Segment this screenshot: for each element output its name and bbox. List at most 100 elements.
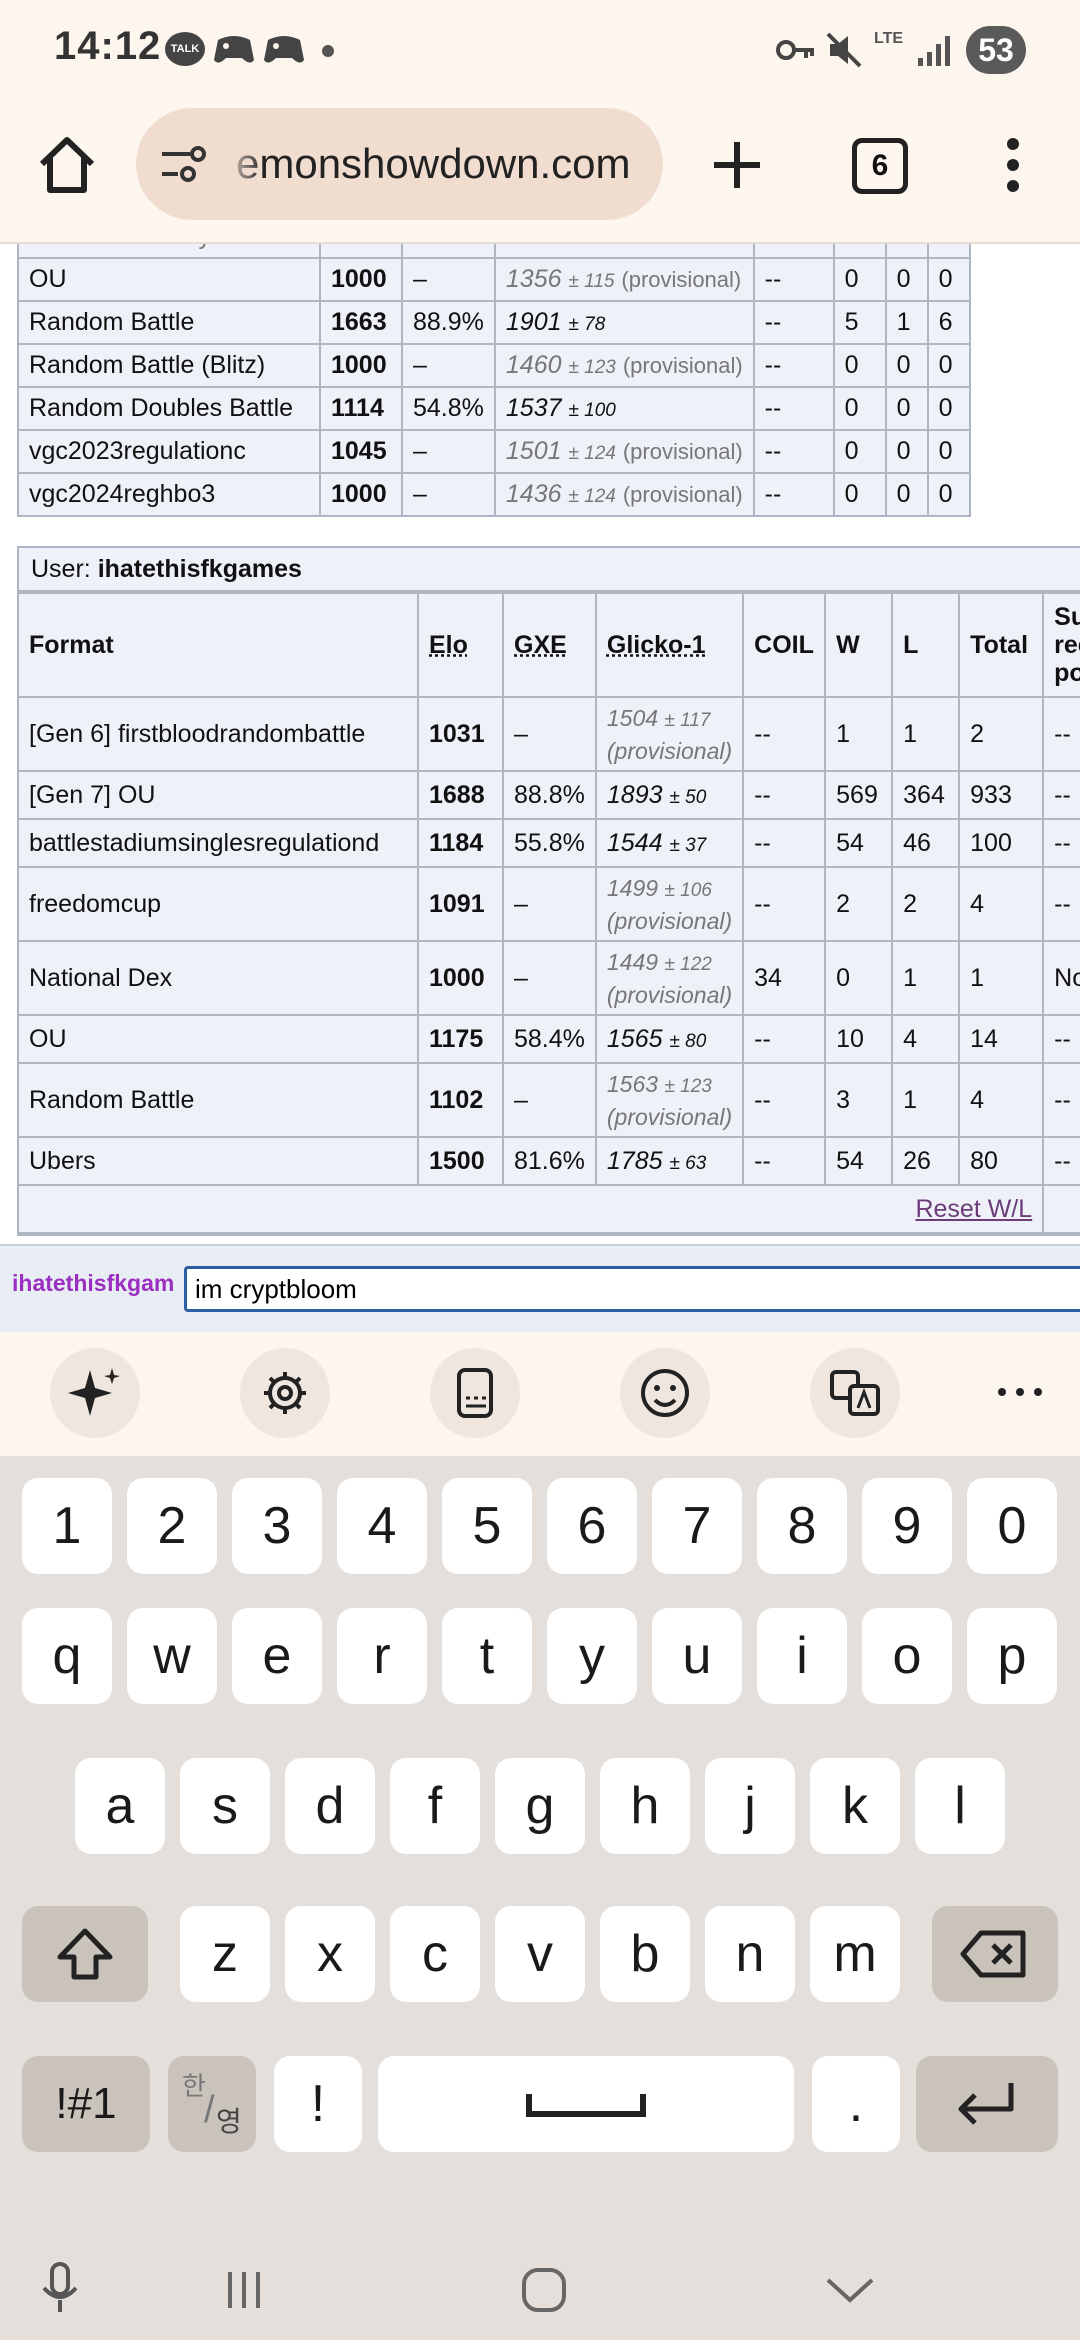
col-total: Total [958, 592, 1045, 698]
key-p[interactable]: p [967, 1608, 1057, 1704]
key-x[interactable]: x [285, 1906, 375, 2002]
key-9[interactable]: 9 [862, 1478, 952, 1574]
key-0[interactable]: 0 [967, 1478, 1057, 1574]
enter-key[interactable] [916, 2056, 1058, 2152]
battery-indicator: 53 [966, 26, 1026, 74]
key-n[interactable]: n [705, 1906, 795, 2002]
ladder-table-user: User: ihatethisfkgames Format Elo GXE Gl… [16, 546, 1080, 1236]
web-page: Doubles Factory1290 OU1000–1356 ± 115 (p… [0, 244, 1080, 1244]
ai-sparkle-button[interactable] [50, 1348, 140, 1438]
key-h[interactable]: h [600, 1758, 690, 1854]
key-w[interactable]: w [127, 1608, 217, 1704]
key-i[interactable]: i [757, 1608, 847, 1704]
key-b[interactable]: b [600, 1906, 690, 2002]
shift-icon [57, 1928, 113, 1980]
key-period[interactable]: . [812, 2056, 900, 2152]
key-e[interactable]: e [232, 1608, 322, 1704]
key-1[interactable]: 1 [22, 1478, 112, 1574]
key-8[interactable]: 8 [757, 1478, 847, 1574]
clock: 14:12 [54, 24, 162, 68]
site-settings-icon[interactable] [156, 138, 208, 190]
emoji-icon [641, 1369, 689, 1417]
url-text: emonshowdown.com [236, 140, 631, 187]
more-menu-icon[interactable] [968, 120, 1058, 210]
microphone-icon[interactable] [30, 2258, 90, 2322]
key-m[interactable]: m [810, 1906, 900, 2002]
keyboard-mode-button[interactable] [430, 1348, 520, 1438]
keyboard-settings-button[interactable] [240, 1348, 330, 1438]
table-row: National Dex 1000–1449 ± 122 (provisional)… [17, 940, 1080, 1016]
key-4[interactable]: 4 [337, 1478, 427, 1574]
key-r[interactable]: r [337, 1608, 427, 1704]
signal-icon [918, 36, 950, 66]
hide-keyboard-icon[interactable] [820, 2258, 880, 2322]
mute-icon [826, 32, 862, 68]
navigation-bar [0, 2236, 1080, 2340]
shift-key[interactable] [22, 1906, 148, 2002]
key-z[interactable]: z [180, 1906, 270, 2002]
chat-message-input[interactable] [184, 1266, 1080, 1312]
table-row: [Gen 7] OU 1688 88.8% 1893 ± 50 -- 569 364 933-… [17, 770, 1080, 820]
key-2[interactable]: 2 [127, 1478, 217, 1574]
key-exclamation[interactable]: ! [274, 2056, 362, 2152]
key-t[interactable]: t [442, 1608, 532, 1704]
backspace-key[interactable] [932, 1906, 1058, 2002]
keyboard: 1 2 3 4 5 6 7 8 9 0 q w e r t y u i o p a s d f g h j k l z x c v b n m !#1 한… [0, 1456, 1080, 2236]
key-v[interactable]: v [495, 1906, 585, 2002]
key-s[interactable]: s [180, 1758, 270, 1854]
key-7[interactable]: 7 [652, 1478, 742, 1574]
key-3[interactable]: 3 [232, 1478, 322, 1574]
table-row: freedomcup 1091–1499 ± 106 (provisional) --… [17, 866, 1080, 942]
translate-button[interactable] [810, 1348, 900, 1438]
key-k[interactable]: k [810, 1758, 900, 1854]
new-tab-icon[interactable] [692, 120, 782, 210]
translate-icon [830, 1370, 880, 1416]
table-row: Random Battle 1102–1563 ± 123 (provisional… [17, 1062, 1080, 1138]
more-options-icon[interactable] [990, 1362, 1050, 1422]
key-u[interactable]: u [652, 1608, 742, 1704]
key-y[interactable]: y [547, 1608, 637, 1704]
key-f[interactable]: f [390, 1758, 480, 1854]
home-icon[interactable] [22, 120, 112, 210]
key-l[interactable]: l [915, 1758, 1005, 1854]
key-6[interactable]: 6 [547, 1478, 637, 1574]
key-j[interactable]: j [705, 1758, 795, 1854]
key-a[interactable]: a [75, 1758, 165, 1854]
space-icon [526, 2094, 646, 2117]
space-key[interactable] [378, 2056, 794, 2152]
col-format: Format [17, 592, 419, 698]
game-controller-icon [264, 36, 304, 63]
col-w: W [824, 592, 894, 698]
col-glicko[interactable]: Glicko-1 [594, 592, 745, 698]
col-l: L [891, 592, 961, 698]
reset-wl-link[interactable]: Reset W/L [915, 1195, 1032, 1223]
address-bar[interactable]: emonshowdown.com [136, 108, 663, 220]
emoji-button[interactable] [620, 1348, 710, 1438]
key-c[interactable]: c [390, 1906, 480, 2002]
recent-apps-icon[interactable] [214, 2258, 274, 2322]
table-row: Random Doubles Battle 1114 54.8% 1537 ± 100… [17, 386, 971, 431]
chat-bar: ihatethisfkgam [0, 1244, 1080, 1332]
key-q[interactable]: q [22, 1608, 112, 1704]
sparkle-icon [68, 1368, 120, 1416]
notification-dot-icon [322, 45, 334, 57]
table-row: vgc2023regulationc 1045–1501 ± 124 (provi… [17, 429, 971, 474]
key-d[interactable]: d [285, 1758, 375, 1854]
game-controller-icon [214, 36, 254, 63]
col-suspect: Su rec po [1042, 592, 1080, 698]
username: ihatethisfkgames [97, 555, 302, 583]
col-gxe[interactable]: GXE [502, 592, 597, 698]
symbols-key[interactable]: !#1 [22, 2056, 150, 2152]
language-switch-key[interactable]: 한 / 영 [168, 2056, 256, 2152]
key-o[interactable]: o [862, 1608, 952, 1704]
col-elo[interactable]: Elo [417, 592, 504, 698]
chat-username: ihatethisfkgam [12, 1270, 175, 1296]
enter-icon [958, 2083, 1014, 2125]
backspace-icon [960, 1930, 1026, 1978]
home-nav-icon[interactable] [514, 2258, 574, 2322]
key-g[interactable]: g [495, 1758, 585, 1854]
key-5[interactable]: 5 [442, 1478, 532, 1574]
tab-switcher-button[interactable]: 6 [852, 138, 908, 194]
keyboard-toolbar [0, 1332, 1080, 1456]
col-coil: COIL [742, 592, 827, 698]
